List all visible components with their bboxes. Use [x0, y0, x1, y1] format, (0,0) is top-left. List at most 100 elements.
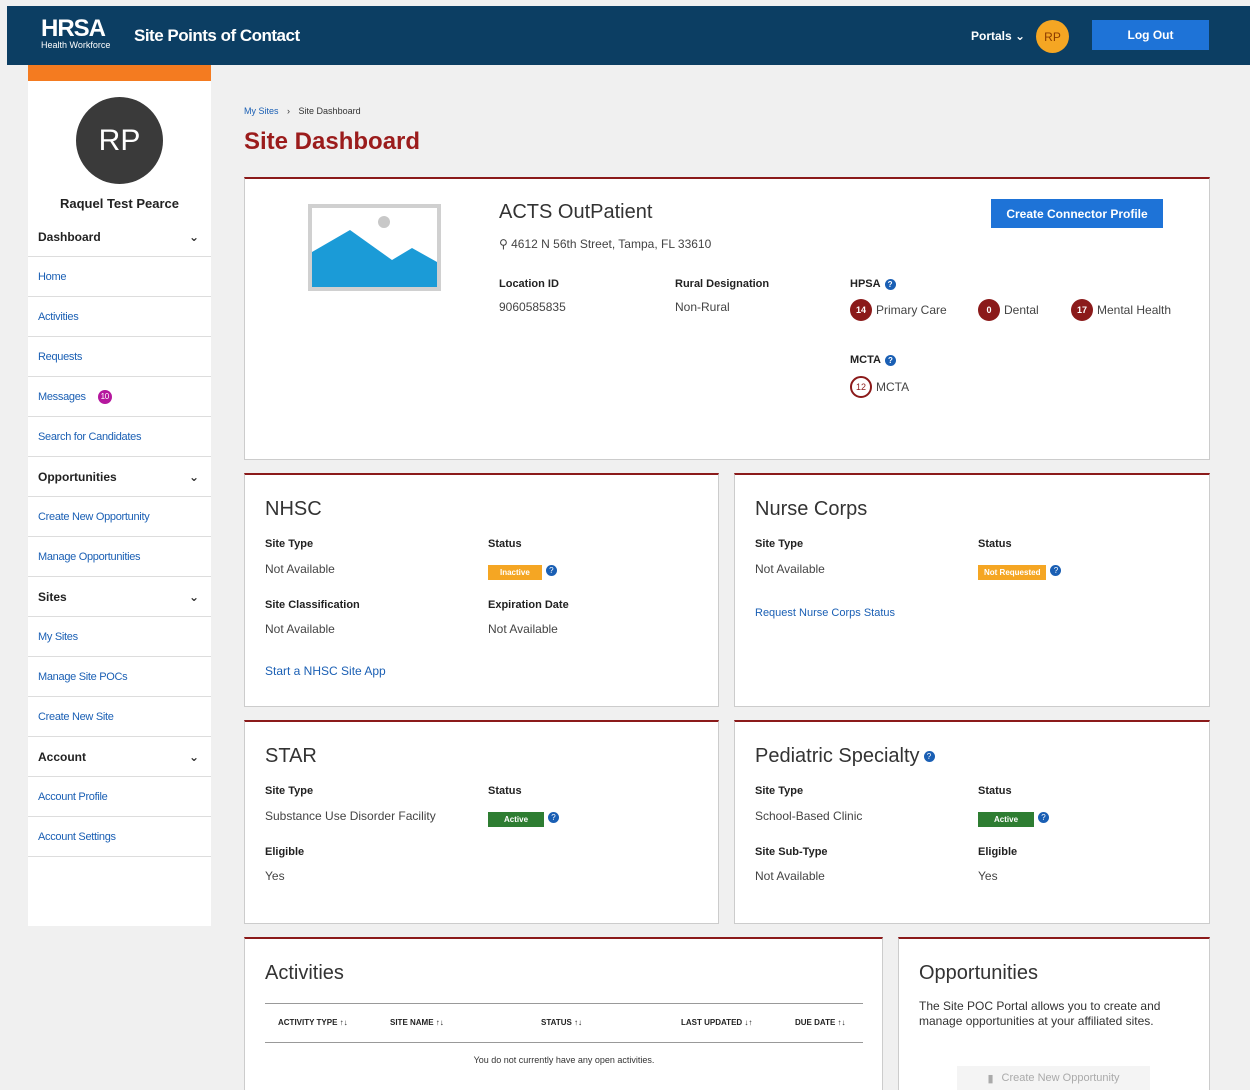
- create-new-opportunity-label: Create New Opportunity: [1001, 1072, 1120, 1084]
- eligible-label: Eligible: [978, 846, 1018, 858]
- breadcrumb-current: Site Dashboard: [298, 106, 361, 116]
- hpsa-item-label: Dental: [1004, 303, 1039, 317]
- nav-item-account-profile[interactable]: Account Profile: [28, 777, 211, 817]
- nhsc-title: NHSC: [265, 498, 322, 520]
- hpsa-mental-health: 17 Mental Health: [1071, 299, 1171, 321]
- nav-item-create-site[interactable]: Create New Site: [28, 697, 211, 737]
- activities-card: Activities ACTIVITY TYPE ↑↓ SITE NAME ↑↓…: [244, 937, 883, 1090]
- activities-empty-message: You do not currently have any open activ…: [473, 1055, 655, 1065]
- site-name: ACTS OutPatient: [499, 201, 653, 223]
- nurse-corps-card: Nurse Corps Site Type Not Available Stat…: [734, 473, 1210, 707]
- rural-designation-value: Non-Rural: [675, 300, 730, 314]
- opportunities-description: The Site POC Portal allows you to create…: [919, 999, 1161, 1028]
- site-classification-label: Site Classification: [265, 599, 360, 611]
- status-value: Not Requested?: [978, 562, 1062, 580]
- site-address: ⚲ 4612 N 56th Street, Tampa, FL 33610: [499, 237, 711, 251]
- column-site-name[interactable]: SITE NAME ↑↓: [390, 1018, 444, 1027]
- column-last-updated[interactable]: LAST UPDATED ↓↑: [681, 1018, 752, 1027]
- nav-item-requests[interactable]: Requests: [28, 337, 211, 377]
- hpsa-label-text: HPSA: [850, 278, 881, 290]
- pediatric-title: Pediatric Specialty?: [755, 745, 935, 768]
- nav-item-manage-opportunities[interactable]: Manage Opportunities: [28, 537, 211, 577]
- profile-name: Raquel Test Pearce: [60, 196, 179, 211]
- portals-label: Portals: [971, 29, 1012, 43]
- column-status[interactable]: STATUS ↑↓: [541, 1018, 582, 1027]
- nav-item-search-candidates[interactable]: Search for Candidates: [28, 417, 211, 457]
- status-badge: Not Requested: [978, 565, 1047, 580]
- profile-avatar: RP: [76, 97, 163, 184]
- create-connector-profile-button[interactable]: Create Connector Profile: [991, 199, 1163, 228]
- nav-section-label: Sites: [38, 589, 67, 604]
- chevron-down-icon: ⌄: [188, 589, 199, 604]
- site-type-value: Substance Use Disorder Facility: [265, 809, 436, 823]
- user-avatar[interactable]: RP: [1036, 20, 1069, 53]
- info-icon[interactable]: ?: [923, 751, 935, 763]
- nav-item-account-settings[interactable]: Account Settings: [28, 817, 211, 857]
- portals-menu[interactable]: Portals ⌄: [971, 29, 1025, 43]
- breadcrumb-separator: ›: [287, 106, 291, 116]
- logout-button[interactable]: Log Out: [1092, 20, 1209, 50]
- pediatric-title-text: Pediatric Specialty: [755, 745, 920, 767]
- hrsa-logo[interactable]: HRSA Health Workforce: [41, 17, 110, 51]
- status-label: Status: [488, 538, 522, 550]
- info-icon[interactable]: ?: [884, 354, 896, 366]
- hpsa-dental: 0 Dental: [978, 299, 1039, 321]
- nhsc-card: NHSC Site Type Not Available Status Inac…: [244, 473, 719, 707]
- star-title: STAR: [265, 745, 317, 767]
- site-type-label: Site Type: [265, 538, 314, 550]
- info-icon[interactable]: ?: [1050, 565, 1062, 577]
- nav-section-label: Dashboard: [38, 229, 101, 244]
- location-id-value: 9060585835: [499, 300, 566, 314]
- opportunities-card: Opportunities The Site POC Portal allows…: [898, 937, 1210, 1090]
- page-title: Site Dashboard: [244, 128, 421, 155]
- nav-section-account[interactable]: Account ⌄: [28, 737, 211, 777]
- expiration-date-label: Expiration Date: [488, 599, 569, 611]
- site-type-value: School-Based Clinic: [755, 809, 863, 823]
- site-type-value: Not Available: [755, 562, 825, 576]
- nav-section-dashboard[interactable]: Dashboard ⌄: [28, 217, 211, 257]
- nav-item-my-sites[interactable]: My Sites: [28, 617, 211, 657]
- column-activity-type[interactable]: ACTIVITY TYPE ↑↓: [278, 1018, 348, 1027]
- chevron-down-icon: ⌄: [188, 749, 199, 764]
- eligible-label: Eligible: [265, 846, 305, 858]
- nav-section-sites[interactable]: Sites ⌄: [28, 577, 211, 617]
- nav-item-messages[interactable]: Messages 10: [28, 377, 211, 417]
- eligible-value: Yes: [978, 869, 998, 883]
- nurse-corps-title: Nurse Corps: [755, 498, 868, 520]
- rural-designation-label: Rural Designation: [675, 278, 770, 290]
- create-new-opportunity-button[interactable]: ▮ Create New Opportunity: [957, 1066, 1150, 1090]
- nav-item-manage-site-pocs[interactable]: Manage Site POCs: [28, 657, 211, 697]
- breadcrumb-my-sites[interactable]: My Sites: [244, 106, 279, 116]
- hpsa-label: HPSA?: [850, 278, 896, 290]
- status-value: Active?: [488, 809, 560, 827]
- chevron-down-icon: ⌄: [188, 229, 199, 244]
- nav-item-home[interactable]: Home: [28, 257, 211, 297]
- activities-table-header: ACTIVITY TYPE ↑↓ SITE NAME ↑↓ STATUS ↑↓ …: [265, 1003, 863, 1043]
- site-image-placeholder-icon: [308, 204, 441, 291]
- nav-item-activities[interactable]: Activities: [28, 297, 211, 337]
- sidebar: RP Raquel Test Pearce Dashboard ⌄ Home Ac…: [28, 65, 211, 926]
- mcta-count-badge: 12: [850, 376, 872, 398]
- breadcrumb: My Sites › Site Dashboard: [244, 106, 361, 116]
- chevron-down-icon: ⌄: [188, 469, 199, 484]
- request-nurse-corps-link[interactable]: Request Nurse Corps Status: [755, 607, 895, 619]
- status-badge: Inactive: [488, 565, 542, 580]
- info-icon[interactable]: ?: [548, 812, 560, 824]
- column-due-date[interactable]: DUE DATE ↑↓: [795, 1018, 846, 1027]
- start-nhsc-site-app-link[interactable]: Start a NHSC Site App: [265, 664, 386, 678]
- site-type-label: Site Type: [755, 538, 804, 550]
- info-icon[interactable]: ?: [545, 565, 557, 577]
- nav-section-label: Account: [38, 749, 86, 764]
- map-marker-icon: ⚲: [499, 237, 512, 251]
- status-label: Status: [978, 785, 1012, 797]
- site-subtype-label: Site Sub-Type: [755, 846, 828, 858]
- nav-section-opportunities[interactable]: Opportunities ⌄: [28, 457, 211, 497]
- chevron-down-icon: ⌄: [1015, 29, 1026, 43]
- info-icon[interactable]: ?: [1038, 812, 1050, 824]
- app-title: Site Points of Contact: [134, 26, 300, 45]
- status-value: Inactive?: [488, 562, 557, 580]
- info-icon[interactable]: ?: [884, 278, 896, 290]
- mcta-label: MCTA?: [850, 354, 896, 366]
- nav-item-create-opportunity[interactable]: Create New Opportunity: [28, 497, 211, 537]
- activities-title: Activities: [265, 962, 344, 984]
